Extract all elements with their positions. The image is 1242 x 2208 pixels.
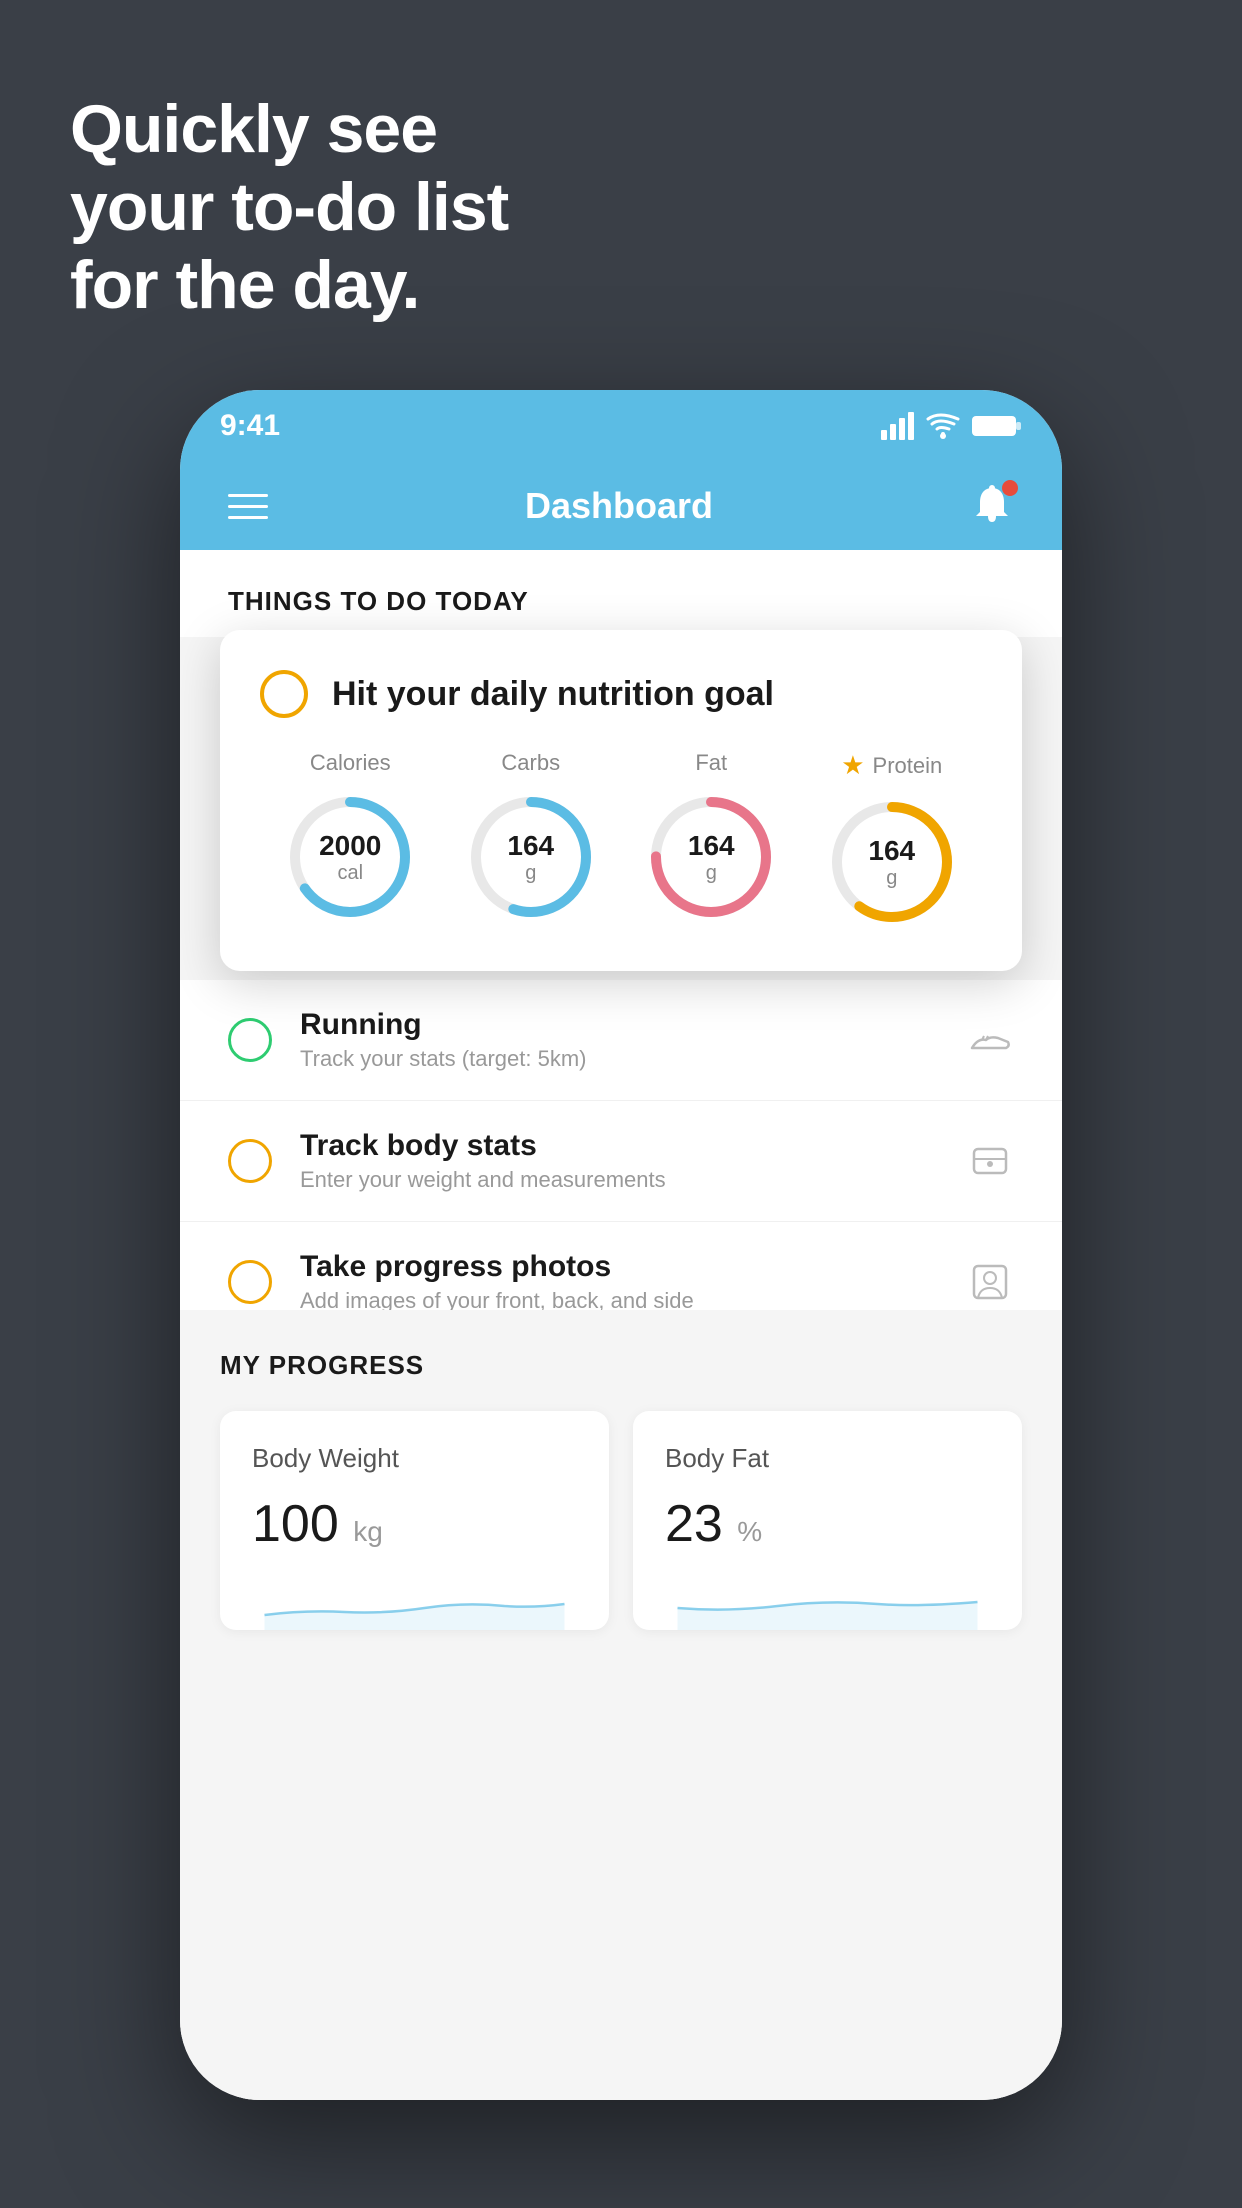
todo-list: Running Track your stats (target: 5km) T… [180, 980, 1062, 1343]
nutrition-title: Hit your daily nutrition goal [332, 675, 774, 714]
status-bar: 9:41 [180, 390, 1062, 462]
hero-text: Quickly see your to-do list for the day. [70, 90, 508, 325]
protein-ring: 164 g [827, 797, 957, 927]
notification-badge [1002, 480, 1018, 496]
signal-icon [881, 412, 914, 440]
protein-stat: ★ Protein 164 g [827, 750, 957, 927]
carbs-unit: g [525, 862, 536, 885]
body-weight-title: Body Weight [252, 1443, 577, 1474]
shoe-icon [966, 1016, 1014, 1064]
star-icon: ★ [841, 750, 864, 781]
body-fat-value: 23 % [665, 1494, 990, 1554]
carbs-value: 164 [507, 830, 554, 862]
hero-line1: Quickly see [70, 90, 508, 168]
fat-value: 164 [688, 830, 735, 862]
app-content: THINGS TO DO TODAY Hit your daily nutrit… [180, 550, 1062, 2100]
calories-value: 2000 [319, 830, 381, 862]
progress-section: MY PROGRESS Body Weight 100 kg [180, 1310, 1062, 1630]
carbs-ring: 164 g [466, 792, 596, 922]
protein-value: 164 [868, 835, 915, 867]
todo-item-running[interactable]: Running Track your stats (target: 5km) [180, 980, 1062, 1101]
nutrition-card-header: Hit your daily nutrition goal [260, 670, 982, 718]
todo-title-body-stats: Track body stats [300, 1129, 938, 1163]
todo-title-running: Running [300, 1008, 938, 1042]
protein-unit: g [886, 867, 897, 890]
status-icons [881, 412, 1022, 440]
nutrition-checkbox[interactable] [260, 670, 308, 718]
fat-ring: 164 g [646, 792, 776, 922]
todo-checkbox-body-stats[interactable] [228, 1139, 272, 1183]
calories-stat: Calories 2000 cal [285, 750, 415, 922]
body-weight-value: 100 kg [252, 1494, 577, 1554]
hero-line2: your to-do list [70, 168, 508, 246]
carbs-label: Carbs [466, 750, 596, 776]
todo-subtitle-body-stats: Enter your weight and measurements [300, 1167, 938, 1193]
todo-item-body-stats[interactable]: Track body stats Enter your weight and m… [180, 1101, 1062, 1222]
calories-label: Calories [285, 750, 415, 776]
protein-label: ★ Protein [827, 750, 957, 781]
fat-stat: Fat 164 g [646, 750, 776, 922]
body-weight-card[interactable]: Body Weight 100 kg [220, 1411, 609, 1630]
carbs-stat: Carbs 164 g [466, 750, 596, 922]
nav-bar: Dashboard [180, 462, 1062, 550]
todo-subtitle-running: Track your stats (target: 5km) [300, 1046, 938, 1072]
bottom-fade [180, 1980, 1062, 2100]
nav-title: Dashboard [525, 485, 713, 527]
body-weight-chart [252, 1570, 577, 1630]
calories-unit: cal [337, 862, 363, 885]
notification-icon[interactable] [970, 484, 1014, 528]
status-time: 9:41 [220, 409, 881, 443]
scale-icon [966, 1137, 1014, 1185]
todo-checkbox-photos[interactable] [228, 1260, 272, 1304]
body-fat-title: Body Fat [665, 1443, 990, 1474]
things-section-header: THINGS TO DO TODAY [180, 550, 1062, 637]
nutrition-card[interactable]: Hit your daily nutrition goal Calories 2… [220, 630, 1022, 971]
hero-line3: for the day. [70, 246, 508, 324]
battery-icon [972, 413, 1022, 439]
menu-icon[interactable] [228, 494, 268, 519]
nutrition-stats: Calories 2000 cal Carbs [260, 750, 982, 927]
calories-ring: 2000 cal [285, 792, 415, 922]
portrait-icon [966, 1258, 1014, 1306]
fat-label: Fat [646, 750, 776, 776]
todo-title-photos: Take progress photos [300, 1250, 938, 1284]
phone-mockup: 9:41 [180, 390, 1062, 2100]
progress-cards: Body Weight 100 kg Body Fat [220, 1411, 1022, 1630]
todo-checkbox-running[interactable] [228, 1018, 272, 1062]
progress-header: MY PROGRESS [220, 1350, 1022, 1381]
body-fat-card[interactable]: Body Fat 23 % [633, 1411, 1022, 1630]
fat-unit: g [706, 862, 717, 885]
wifi-icon [926, 412, 960, 440]
body-fat-chart [665, 1570, 990, 1630]
